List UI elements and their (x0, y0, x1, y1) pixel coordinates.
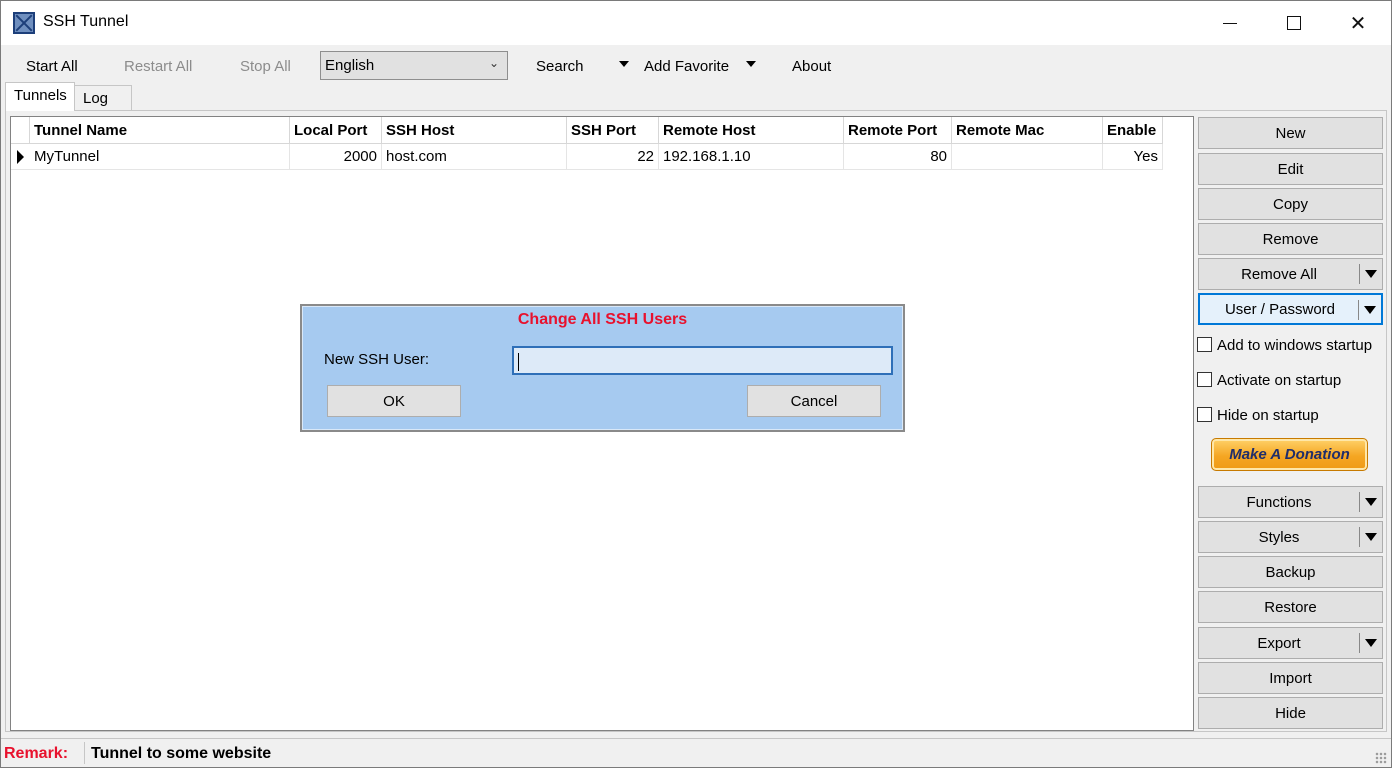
add-favorite-dropdown-arrow-icon[interactable] (746, 61, 756, 67)
split-separator (1358, 300, 1359, 320)
about-menu[interactable]: About (792, 58, 831, 75)
new-button[interactable]: New (1198, 117, 1383, 149)
checkbox-icon[interactable] (1197, 407, 1212, 422)
cell-tunnel-name[interactable]: MyTunnel (30, 144, 290, 170)
current-row-arrow-icon (11, 144, 30, 170)
hide-on-startup-checkbox[interactable]: Hide on startup (1197, 407, 1319, 424)
app-logo-icon (13, 12, 35, 34)
split-separator (1359, 264, 1360, 284)
column-header-local-port[interactable]: Local Port (290, 117, 382, 144)
checkbox-icon[interactable] (1197, 372, 1212, 387)
activate-on-startup-checkbox[interactable]: Activate on startup (1197, 372, 1341, 389)
export-button[interactable]: Export (1198, 627, 1383, 659)
activate-on-startup-label: Activate on startup (1217, 372, 1342, 389)
ok-button[interactable]: OK (327, 385, 461, 417)
column-header-remote-host[interactable]: Remote Host (659, 117, 844, 144)
remark-label: Remark: (4, 745, 69, 762)
stop-all-button[interactable]: Stop All (240, 58, 291, 75)
import-button[interactable]: Import (1198, 662, 1383, 694)
edit-button[interactable]: Edit (1198, 153, 1383, 185)
title-bar: SSH Tunnel ✕ (1, 1, 1391, 45)
functions-label: Functions (1246, 493, 1312, 511)
user-password-label: User / Password (1224, 300, 1336, 318)
text-caret (518, 353, 519, 371)
split-separator (1359, 492, 1360, 512)
close-icon: ✕ (1349, 12, 1367, 35)
styles-label: Styles (1258, 528, 1300, 546)
functions-button[interactable]: Functions (1198, 486, 1383, 518)
new-ssh-user-label: New SSH User: (324, 351, 430, 368)
remove-button[interactable]: Remove (1198, 223, 1383, 255)
new-ssh-user-input[interactable] (512, 346, 893, 375)
hide-on-startup-label: Hide on startup (1217, 407, 1319, 424)
start-all-button[interactable]: Start All (26, 58, 78, 75)
grid-header: Tunnel Name Local Port SSH Host SSH Port… (11, 117, 1163, 144)
restore-button[interactable]: Restore (1198, 591, 1383, 623)
user-password-button[interactable]: User / Password (1198, 293, 1383, 325)
minimize-icon (1223, 22, 1237, 24)
chevron-down-icon: ⌄ (488, 56, 499, 70)
hide-button[interactable]: Hide (1198, 697, 1383, 729)
tab-tunnels[interactable]: Tunnels (5, 82, 75, 111)
split-separator (1359, 527, 1360, 547)
checkbox-icon[interactable] (1197, 337, 1212, 352)
dropdown-arrow-icon[interactable] (1364, 306, 1376, 314)
add-to-startup-label: Add to windows startup (1217, 337, 1373, 354)
status-separator (84, 742, 85, 764)
toolbar: Start All Restart All Stop All Search Ad… (1, 45, 1391, 81)
cell-ssh-host[interactable]: host.com (382, 144, 567, 170)
language-selected-value: English (325, 57, 375, 74)
backup-button[interactable]: Backup (1198, 556, 1383, 588)
row-indicator-header (11, 117, 30, 144)
window-title: SSH Tunnel (43, 13, 129, 30)
export-label: Export (1257, 634, 1301, 652)
cancel-button[interactable]: Cancel (747, 385, 881, 417)
cell-remote-mac[interactable] (952, 144, 1103, 170)
styles-button[interactable]: Styles (1198, 521, 1383, 553)
donate-button[interactable]: Make A Donation (1211, 438, 1368, 471)
column-header-ssh-port[interactable]: SSH Port (567, 117, 659, 144)
restart-all-button[interactable]: Restart All (124, 58, 192, 75)
add-to-startup-checkbox[interactable]: Add to windows startup (1197, 337, 1372, 354)
add-favorite-menu[interactable]: Add Favorite (644, 58, 729, 75)
column-header-remote-mac[interactable]: Remote Mac (952, 117, 1103, 144)
dropdown-arrow-icon[interactable] (1365, 498, 1377, 506)
search-dropdown-arrow-icon[interactable] (619, 61, 629, 67)
copy-button[interactable]: Copy (1198, 188, 1383, 220)
column-header-ssh-host[interactable]: SSH Host (382, 117, 567, 144)
status-bar: Remark: Tunnel to some website (1, 738, 1391, 767)
close-button[interactable]: ✕ (1326, 1, 1390, 45)
tab-log[interactable]: Log (74, 85, 132, 111)
dropdown-arrow-icon[interactable] (1365, 639, 1377, 647)
search-menu[interactable]: Search (536, 58, 584, 75)
cell-local-port[interactable]: 2000 (290, 144, 382, 170)
cell-enable[interactable]: Yes (1103, 144, 1163, 170)
dialog-title: Change All SSH Users (517, 311, 688, 328)
cell-remote-port[interactable]: 80 (844, 144, 952, 170)
dropdown-arrow-icon[interactable] (1365, 270, 1377, 278)
resize-grip-icon[interactable] (1375, 752, 1387, 764)
remove-all-label: Remove All (1241, 265, 1317, 283)
column-header-remote-port[interactable]: Remote Port (844, 117, 952, 144)
column-header-tunnel-name[interactable]: Tunnel Name (30, 117, 290, 144)
maximize-button[interactable] (1262, 1, 1326, 45)
column-header-enable[interactable]: Enable (1103, 117, 1163, 144)
app-window: SSH Tunnel ✕ Start All Restart All Stop … (0, 0, 1392, 768)
table-row[interactable]: MyTunnel 2000 host.com 22 192.168.1.10 8… (11, 144, 1163, 170)
minimize-button[interactable] (1198, 1, 1262, 45)
change-ssh-users-dialog: Change All SSH Users New SSH User: OK Ca… (300, 304, 905, 432)
remark-text: Tunnel to some website (91, 745, 272, 762)
maximize-icon (1287, 16, 1301, 30)
split-separator (1359, 633, 1360, 653)
cell-remote-host[interactable]: 192.168.1.10 (659, 144, 844, 170)
dropdown-arrow-icon[interactable] (1365, 533, 1377, 541)
cell-ssh-port[interactable]: 22 (567, 144, 659, 170)
language-select[interactable]: English ⌄ (320, 51, 508, 80)
remove-all-button[interactable]: Remove All (1198, 258, 1383, 290)
